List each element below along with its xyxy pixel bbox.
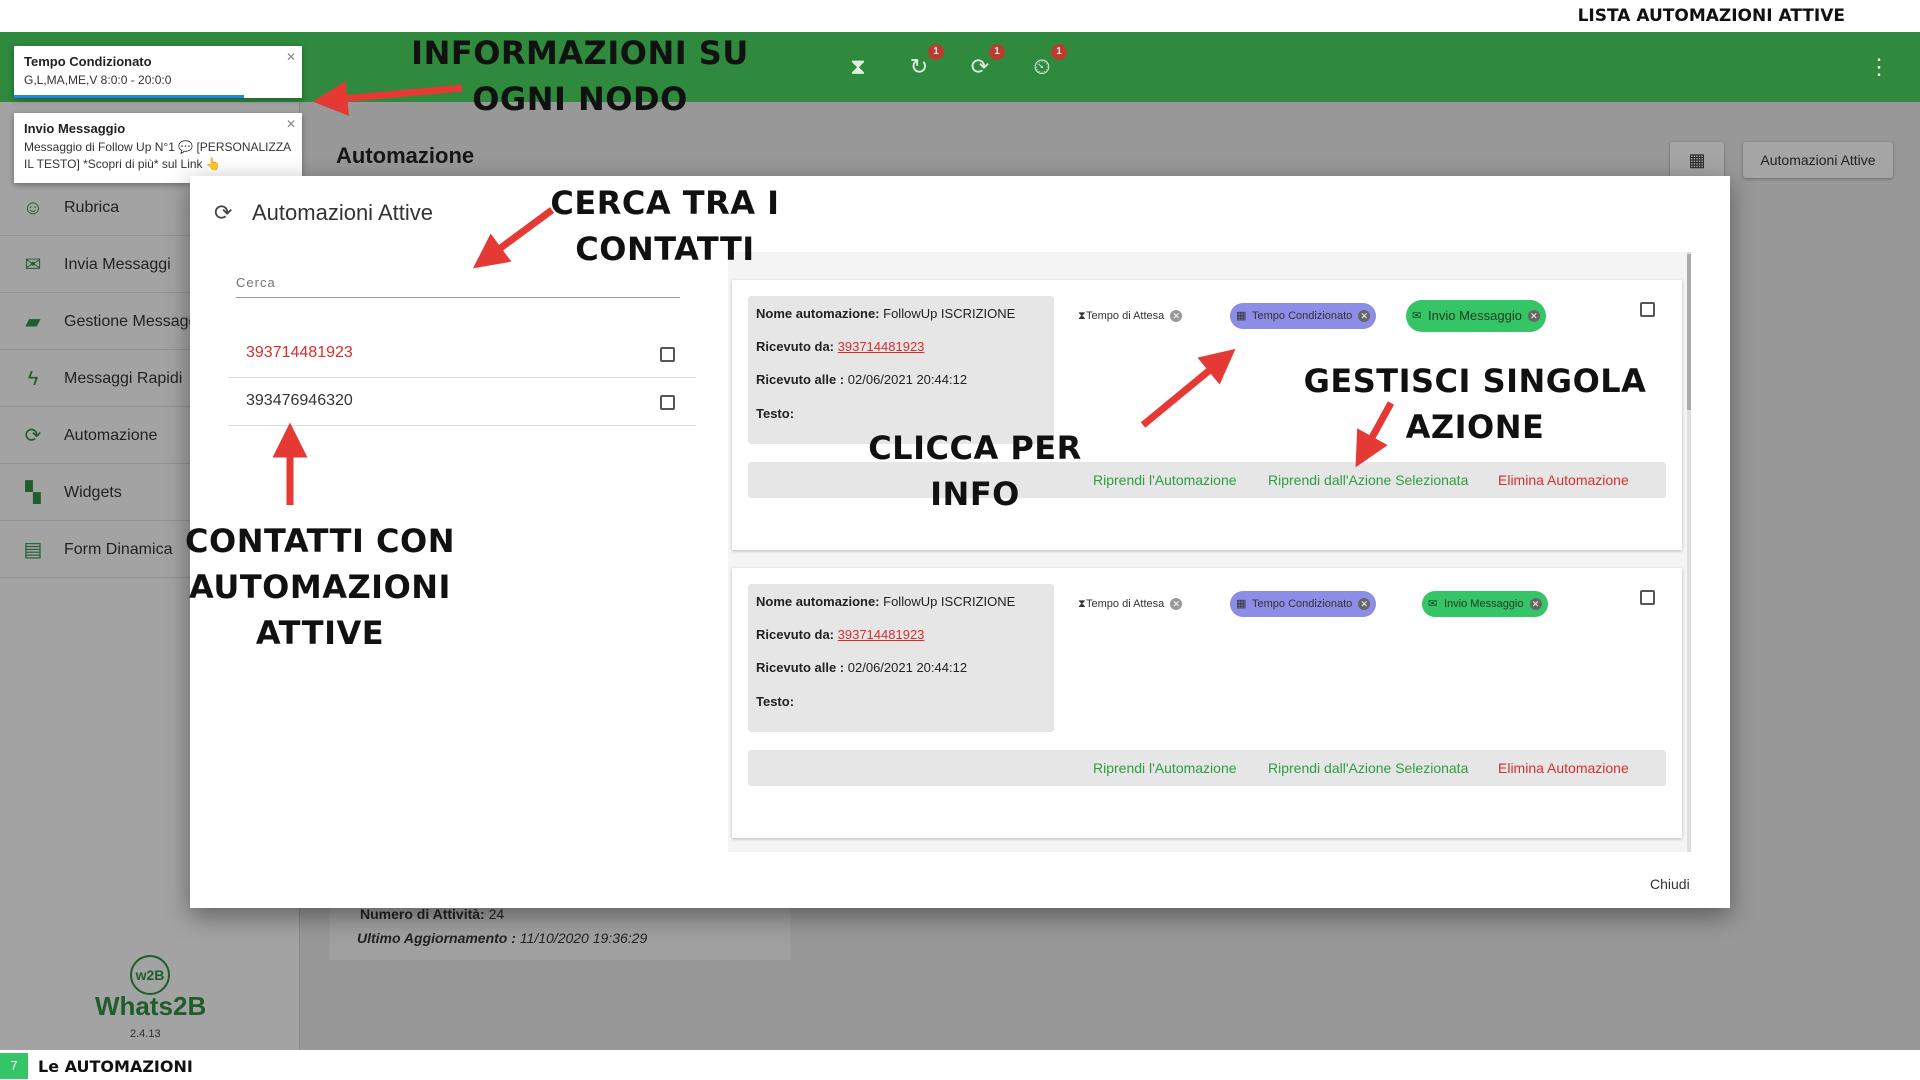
contact-checkbox[interactable]	[660, 395, 675, 410]
delete-automation-button[interactable]: Elimina Automazione	[1498, 760, 1629, 776]
contact-row[interactable]: 393476946320	[228, 378, 696, 426]
remove-icon[interactable]: ✕	[1529, 598, 1542, 610]
notification-badge: 1	[989, 44, 1005, 60]
footer-label: Le AUTOMAZIONI	[38, 1057, 193, 1076]
calendar-icon: ▦	[1236, 310, 1247, 322]
sync-icon[interactable]: ⟳ 1	[965, 44, 1005, 82]
annotation-info-nodes: INFORMAZIONI SU OGNI NODO	[411, 34, 749, 118]
timer-off-icon[interactable]: ⏲ 1	[1027, 44, 1067, 82]
remove-icon[interactable]: ✕	[1358, 310, 1371, 322]
modal-title: Automazioni Attive	[252, 200, 433, 225]
received-from: Ricevuto da: 393714481923	[756, 627, 925, 642]
message-text: Testo:	[756, 694, 795, 709]
toast-notification[interactable]: Invio Messaggio Messaggio di Follow Up N…	[14, 113, 302, 183]
toast-title: Invio Messaggio	[24, 121, 126, 136]
history-icon[interactable]: ↻ 1	[904, 44, 944, 82]
step-chip-send-message[interactable]: ✉ Invio Messaggio ✕	[1422, 591, 1548, 617]
step-chip-conditional-time[interactable]: ▦ Tempo Condizionato ✕	[1230, 591, 1377, 617]
toast-body: G,L,MA,ME,V 8:0:0 - 20:0:0	[24, 73, 172, 87]
annotation-manage-action: GESTISCI SINGOLA AZIONE	[1303, 362, 1647, 446]
contact-number[interactable]: 393476946320	[246, 392, 353, 410]
slide-caption: LISTA AUTOMAZIONI ATTIVE	[1577, 6, 1845, 26]
page-number: 7	[0, 1053, 28, 1079]
remove-icon[interactable]: ✕	[1358, 598, 1371, 610]
close-icon[interactable]: ✕	[286, 50, 296, 64]
delete-automation-button[interactable]: Elimina Automazione	[1498, 472, 1629, 488]
toast-body: Messaggio di Follow Up N°1 💬 [PERSONALIZ…	[24, 140, 291, 171]
remove-icon[interactable]: ✕	[1170, 598, 1183, 610]
automation-info: Nome automazione: FollowUp ISCRIZIONE Ri…	[748, 296, 1054, 444]
contact-row[interactable]: 393714481923	[228, 330, 696, 378]
automation-checkbox[interactable]	[1640, 590, 1655, 605]
step-chip-wait[interactable]: ⧗ Tempo di Attesa ✕	[1072, 591, 1188, 617]
toast-notification[interactable]: Tempo Condizionato G,L,MA,ME,V 8:0:0 - 2…	[14, 46, 302, 98]
contact-number[interactable]: 393714481923	[246, 344, 353, 362]
contact-checkbox[interactable]	[660, 347, 675, 362]
more-vert-icon[interactable]: ⋮	[1868, 52, 1890, 82]
automation-name: Nome automazione: FollowUp ISCRIZIONE	[756, 594, 1016, 609]
automation-actions: Riprendi l'Automazione Riprendi dall'Azi…	[748, 750, 1666, 786]
slide-footer: 7 Le AUTOMAZIONI	[0, 1050, 1920, 1080]
calendar-icon: ▦	[1236, 598, 1247, 610]
message-text: Testo:	[756, 406, 795, 421]
automation-info: Nome automazione: FollowUp ISCRIZIONE Ri…	[748, 584, 1054, 732]
annotation-click-info: CLICCA PER INFO	[868, 429, 1082, 513]
notification-badge: 1	[928, 44, 944, 60]
top-strip: LISTA AUTOMAZIONI ATTIVE	[0, 0, 1920, 32]
hourglass-icon: ⧗	[1078, 598, 1086, 610]
automation-name: Nome automazione: FollowUp ISCRIZIONE	[756, 306, 1016, 321]
contact-link[interactable]: 393714481923	[838, 339, 925, 354]
step-chip-conditional-time[interactable]: ▦ Tempo Condizionato ✕	[1230, 303, 1377, 329]
annotation-active-contacts: CONTATTI CON AUTOMAZIONI ATTIVE	[185, 522, 455, 652]
notification-badge: 1	[1051, 44, 1067, 60]
close-button[interactable]: Chiudi	[1650, 876, 1690, 892]
mail-icon: ✉	[1428, 598, 1438, 610]
resume-selected-action-button[interactable]: Riprendi dall'Azione Selezionata	[1268, 760, 1468, 776]
scrollbar-thumb[interactable]	[1687, 254, 1691, 410]
refresh-icon[interactable]: ⟳	[214, 200, 232, 226]
hourglass-icon: ⧗	[1078, 310, 1086, 322]
hourglass-icon[interactable]: ⧗	[843, 52, 873, 82]
mail-icon: ✉	[1412, 310, 1422, 322]
received-from: Ricevuto da: 393714481923	[756, 339, 925, 354]
resume-automation-button[interactable]: Riprendi l'Automazione	[1093, 760, 1237, 776]
remove-icon[interactable]: ✕	[1170, 310, 1183, 322]
toast-title: Tempo Condizionato	[24, 54, 152, 69]
toast-progress	[14, 95, 244, 98]
automation-checkbox[interactable]	[1640, 302, 1655, 317]
step-chip-send-message[interactable]: ✉ Invio Messaggio ✕	[1406, 300, 1546, 332]
remove-icon[interactable]: ✕	[1527, 310, 1540, 322]
search-field	[236, 274, 680, 298]
close-icon[interactable]: ✕	[286, 117, 296, 131]
contact-link[interactable]: 393714481923	[838, 627, 925, 642]
search-input[interactable]	[236, 275, 680, 290]
received-at: Ricevuto alle : 02/06/2021 20:44:12	[756, 660, 968, 675]
resume-selected-action-button[interactable]: Riprendi dall'Azione Selezionata	[1268, 472, 1468, 488]
received-at: Ricevuto alle : 02/06/2021 20:44:12	[756, 372, 968, 387]
automation-card: Nome automazione: FollowUp ISCRIZIONE Ri…	[732, 568, 1682, 838]
annotation-search: CERCA TRA I CONTATTI	[550, 184, 780, 268]
step-chip-wait[interactable]: ⧗ Tempo di Attesa ✕	[1072, 303, 1188, 329]
